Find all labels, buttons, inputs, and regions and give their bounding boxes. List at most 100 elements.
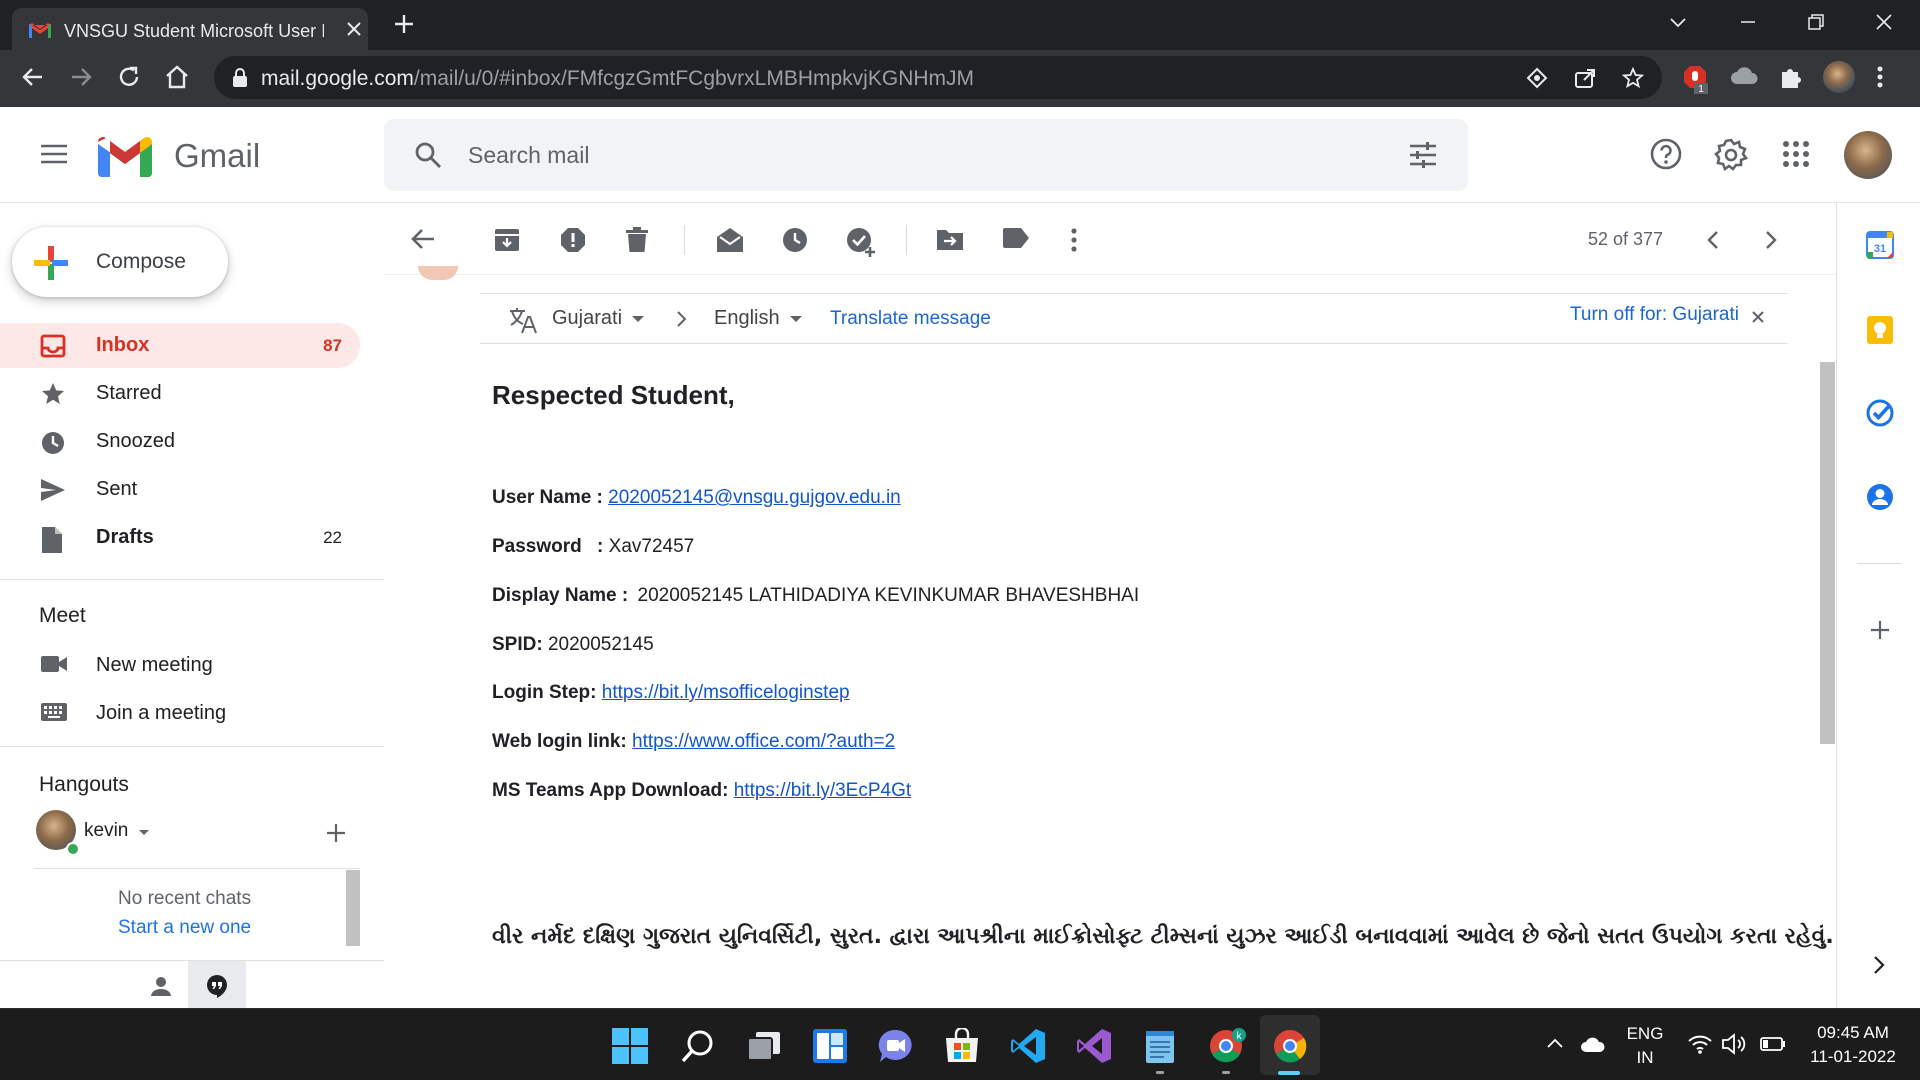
move-to-icon[interactable] [936, 227, 964, 251]
main-menu-icon[interactable] [40, 143, 68, 165]
profile-avatar-icon[interactable] [1822, 60, 1856, 94]
taskbar-search-icon[interactable] [680, 1028, 716, 1064]
share-icon[interactable] [1574, 67, 1596, 89]
account-avatar[interactable] [1844, 131, 1892, 179]
clock-time[interactable]: 09:45 AM [1798, 1023, 1908, 1043]
search-bar[interactable] [384, 119, 1468, 191]
no-recent-chats-text: No recent chats [118, 888, 252, 909]
add-to-tasks-icon[interactable] [846, 227, 876, 257]
close-window-icon[interactable] [1874, 12, 1894, 32]
more-options-icon[interactable] [1070, 227, 1078, 253]
forward-icon[interactable] [68, 64, 94, 90]
search-options-icon[interactable] [1408, 141, 1438, 169]
teams-download-link[interactable]: https://bit.ly/3EcP4Gt [734, 780, 911, 801]
chrome-active-icon[interactable] [1272, 1028, 1308, 1064]
mark-unread-icon[interactable] [716, 227, 744, 253]
home-icon[interactable] [164, 64, 190, 90]
source-language-select[interactable]: Gujarati [552, 307, 622, 330]
nav-item-sent[interactable]: Sent [0, 467, 360, 512]
turn-off-translate-link[interactable]: Turn off for: Gujarati [1570, 304, 1739, 326]
google-contacts-icon[interactable] [1866, 483, 1894, 511]
sender-avatar-partial[interactable] [418, 266, 458, 280]
windows-start-icon[interactable] [612, 1028, 648, 1064]
restore-icon[interactable] [1806, 12, 1826, 32]
new-tab-icon[interactable] [392, 12, 416, 36]
back-icon[interactable] [20, 64, 46, 90]
vscode-icon[interactable] [1010, 1028, 1046, 1064]
input-language-top[interactable]: ENG [1622, 1024, 1668, 1044]
status-caret-icon[interactable] [138, 829, 150, 837]
install-app-icon[interactable] [1526, 67, 1548, 89]
notepad-icon[interactable] [1142, 1028, 1178, 1064]
delete-trash-icon[interactable] [626, 227, 648, 253]
clock-date[interactable]: 11-01-2022 [1798, 1047, 1908, 1067]
gmail-logo-icon[interactable] [98, 137, 152, 177]
gmail-wordmark[interactable]: Gmail [174, 137, 260, 175]
nav-item-inbox[interactable]: Inbox 87 [0, 323, 360, 368]
wifi-icon[interactable] [1688, 1034, 1712, 1054]
volume-speaker-icon[interactable] [1722, 1033, 1748, 1055]
search-icon[interactable] [414, 141, 442, 169]
tray-overflow-chevron-icon[interactable] [1546, 1037, 1564, 1049]
extensions-puzzle-icon[interactable] [1778, 64, 1804, 90]
extension-adblock-icon[interactable]: 1 [1682, 64, 1712, 94]
source-language-caret-icon[interactable] [632, 316, 644, 323]
bookmark-star-icon[interactable] [1622, 67, 1644, 89]
url-text[interactable]: mail.google.com/mail/u/0/#inbox/FMfcgzGm… [261, 67, 974, 91]
minimize-icon[interactable] [1738, 12, 1758, 32]
google-keep-icon[interactable] [1866, 315, 1894, 345]
widgets-icon[interactable] [812, 1028, 848, 1064]
input-language-bottom[interactable]: IN [1622, 1048, 1668, 1068]
microsoft-store-icon[interactable] [944, 1028, 980, 1064]
nav-item-starred[interactable]: Starred [0, 371, 360, 416]
start-new-chat-link[interactable]: Start a new one [118, 917, 251, 939]
reload-icon[interactable] [116, 64, 142, 90]
label-tag-icon[interactable] [1002, 227, 1030, 249]
extension-cloud-icon[interactable] [1730, 64, 1758, 88]
chrome-menu-icon[interactable] [1874, 64, 1886, 90]
report-spam-icon[interactable] [560, 227, 586, 253]
google-tasks-icon[interactable] [1866, 399, 1894, 427]
dismiss-translate-close-icon[interactable] [1752, 311, 1764, 323]
username-email-link[interactable]: 2020052145@vnsgu.gujgov.edu.in [608, 487, 901, 508]
older-chevron-right-icon[interactable] [1764, 229, 1778, 251]
new-conversation-plus-icon[interactable] [325, 822, 347, 844]
tab-close-icon[interactable] [345, 20, 363, 38]
snooze-clock-icon[interactable] [782, 227, 808, 253]
visual-studio-icon[interactable] [1076, 1028, 1112, 1064]
login-step-link[interactable]: https://bit.ly/msofficeloginstep [602, 682, 850, 703]
hangouts-chat-tab[interactable] [188, 961, 246, 1008]
target-language-caret-icon[interactable] [790, 316, 802, 323]
onedrive-cloud-icon[interactable] [1580, 1035, 1606, 1053]
browser-tab[interactable]: VNSGU Student Microsoft User ID [12, 8, 368, 50]
battery-icon[interactable] [1760, 1036, 1786, 1052]
back-to-inbox-icon[interactable] [410, 227, 436, 251]
message-scrollbar[interactable] [1820, 362, 1835, 744]
newer-chevron-left-icon[interactable] [1706, 229, 1720, 251]
hangouts-username[interactable]: kevin [84, 820, 128, 842]
address-bar[interactable]: mail.google.com/mail/u/0/#inbox/FMfcgzGm… [214, 56, 1662, 99]
hangouts-scrollbar[interactable] [346, 870, 360, 946]
get-addons-plus-icon[interactable] [1869, 619, 1891, 641]
target-language-select[interactable]: English [714, 307, 780, 330]
google-calendar-icon[interactable]: 31 [1866, 231, 1894, 259]
web-login-link[interactable]: https://www.office.com/?auth=2 [632, 731, 895, 752]
task-view-icon[interactable] [746, 1028, 782, 1064]
tab-search-chevron-icon[interactable] [1668, 12, 1688, 32]
chrome-profile-k-icon[interactable]: k [1208, 1028, 1248, 1064]
nav-item-snoozed[interactable]: Snoozed [0, 419, 360, 464]
join-meeting-item[interactable]: Join a meeting [0, 690, 380, 735]
settings-gear-icon[interactable] [1714, 138, 1748, 172]
apps-grid-icon[interactable] [1782, 140, 1810, 168]
contacts-person-icon[interactable] [150, 975, 172, 997]
new-meeting-item[interactable]: New meeting [0, 642, 380, 687]
nav-item-drafts[interactable]: Drafts 22 [0, 515, 360, 560]
compose-button[interactable]: Compose [12, 227, 228, 297]
teams-chat-icon[interactable] [878, 1028, 914, 1064]
translate-message-link[interactable]: Translate message [830, 308, 991, 330]
lock-icon[interactable] [232, 68, 248, 88]
search-input[interactable] [468, 139, 1268, 171]
expand-panel-chevron-icon[interactable] [1873, 955, 1885, 975]
archive-icon[interactable] [494, 227, 520, 253]
help-icon[interactable] [1650, 138, 1682, 170]
